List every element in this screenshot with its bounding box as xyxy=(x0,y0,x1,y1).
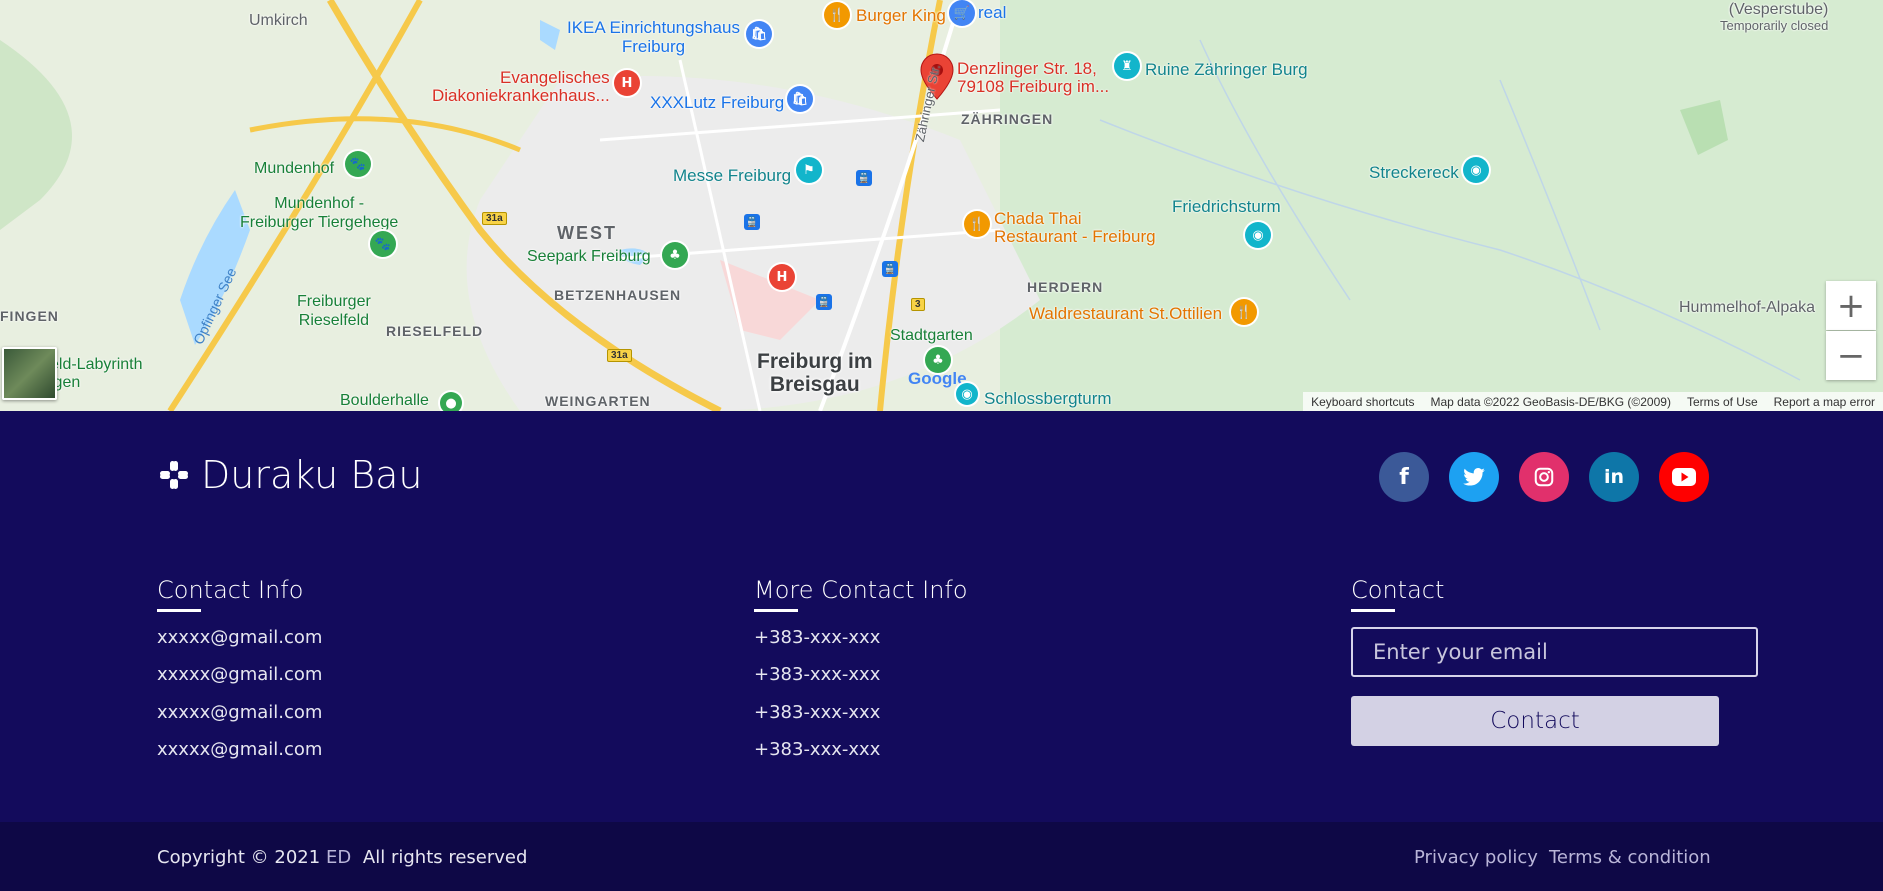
contact-heading: Contact xyxy=(1351,576,1445,604)
heading-underline xyxy=(1351,609,1395,612)
transit-station-icon[interactable]: 🚆 xyxy=(856,170,872,186)
contact-phone[interactable]: +383-xxx-xxx xyxy=(754,627,880,648)
map-label-messe[interactable]: Messe Freiburg xyxy=(673,166,791,186)
viewpoint-pin-icon[interactable]: ◉ xyxy=(1463,157,1489,183)
shopping-cart-pin-icon[interactable]: 🛒 xyxy=(949,0,975,26)
map-label-evangelisches[interactable]: Evangelisches Diakoniekrankenhaus... xyxy=(432,69,610,105)
brand-name: Duraku Bau xyxy=(201,453,423,497)
contact-info-heading: Contact Info xyxy=(157,576,304,604)
landmark-pin-icon[interactable]: ♜ xyxy=(1114,53,1140,79)
heading-underline xyxy=(754,609,798,612)
copyright-text: Copyright © 2021 ED All rights reserved xyxy=(157,847,527,868)
road-shield-31a: 31a xyxy=(482,212,507,225)
youtube-icon[interactable] xyxy=(1659,452,1709,502)
map-label-zaehringen: ZÄHRINGEN xyxy=(961,111,1054,127)
embedded-map[interactable]: Umkirch IKEA Einrichtungshaus Freiburg 🛍… xyxy=(0,0,1883,411)
privacy-policy-link[interactable]: Privacy policy xyxy=(1414,847,1538,868)
email-field[interactable] xyxy=(1351,627,1758,677)
tower-pin-icon[interactable]: ◉ xyxy=(1245,222,1271,248)
hospital-pin-icon-2[interactable]: H xyxy=(769,264,795,290)
map-label-waldrestaurant[interactable]: Waldrestaurant St.Ottilien xyxy=(1029,304,1222,324)
map-label-fingen: FINGEN xyxy=(0,308,59,324)
map-label-real[interactable]: real xyxy=(978,3,1006,23)
map-label-herdern: HERDERN xyxy=(1027,279,1104,295)
transit-station-icon-3[interactable]: 🚆 xyxy=(882,261,898,277)
terms-condition-link[interactable]: Terms & condition xyxy=(1549,847,1711,868)
map-label-boulderhalle[interactable]: Boulderhalle xyxy=(340,392,429,410)
zoom-out-button[interactable]: − xyxy=(1826,331,1876,380)
map-label-mundenhof[interactable]: Mundenhof xyxy=(254,160,334,178)
contact-email[interactable]: xxxxx@gmail.com xyxy=(157,627,322,648)
linkedin-icon[interactable]: in xyxy=(1589,452,1639,502)
map-label-rieselfeld-district: RIESELFELD xyxy=(386,323,484,339)
brand-logo[interactable]: Duraku Bau xyxy=(157,453,423,497)
hospital-pin-icon[interactable]: H xyxy=(614,70,640,96)
keyboard-shortcuts-link[interactable]: Keyboard shortcuts xyxy=(1303,395,1422,409)
map-attribution: Keyboard shortcuts Map data ©2022 GeoBas… xyxy=(1303,392,1883,411)
map-label-mundenhof-tiergehege[interactable]: Mundenhof - Freiburger Tiergehege xyxy=(240,194,398,232)
transit-station-icon-2[interactable]: 🚆 xyxy=(744,214,760,230)
contact-phone[interactable]: +383-xxx-xxx xyxy=(754,739,880,760)
rights-label: All rights reserved xyxy=(362,847,528,868)
instagram-icon[interactable] xyxy=(1519,452,1569,502)
zoom-in-button[interactable]: + xyxy=(1826,281,1876,330)
copyright-label: Copyright © 2021 xyxy=(157,847,321,868)
contact-phone[interactable]: +383-xxx-xxx xyxy=(754,664,880,685)
map-label-freiburg: Freiburg im Breisgau xyxy=(757,350,873,396)
contact-email[interactable]: xxxxx@gmail.com xyxy=(157,702,322,723)
map-label-west: WEST xyxy=(557,223,617,243)
map-label-ruine[interactable]: Ruine Zähringer Burg xyxy=(1145,60,1308,80)
map-label-friedrichsturm[interactable]: Friedrichsturm xyxy=(1172,197,1281,217)
transit-station-icon-4[interactable]: 🚆 xyxy=(816,294,832,310)
restaurant-pin-icon-2[interactable]: 🍴 xyxy=(964,211,990,237)
copyright-bar: Copyright © 2021 ED All rights reserved … xyxy=(0,822,1883,891)
company-link[interactable]: ED xyxy=(326,847,351,868)
more-contact-info-heading: More Contact Info xyxy=(754,576,968,604)
restaurant-pin-icon[interactable]: 🍴 xyxy=(824,2,850,28)
map-label-ikea[interactable]: IKEA Einrichtungshaus Freiburg xyxy=(567,18,740,56)
slack-logo-icon xyxy=(160,461,188,489)
site-footer: Duraku Bau f in Contact Info xxxxx@gmail… xyxy=(0,411,1883,822)
contact-button[interactable]: Contact xyxy=(1351,696,1719,746)
camera-pin-icon[interactable]: ◉ xyxy=(956,383,978,405)
map-label-weingarten: WEINGARTEN xyxy=(545,393,651,409)
boulder-pin-icon[interactable]: ● xyxy=(440,392,462,411)
restaurant-pin-icon-3[interactable]: 🍴 xyxy=(1231,299,1257,325)
road-shield-3: 3 xyxy=(911,298,925,311)
terms-of-use-link[interactable]: Terms of Use xyxy=(1679,395,1766,409)
map-label-xxxlutz[interactable]: XXXLutz Freiburg xyxy=(650,93,784,113)
map-label-betzenhausen: BETZENHAUSEN xyxy=(554,287,682,303)
map-label-hummelhof[interactable]: Hummelhof-Alpaka xyxy=(1679,299,1815,317)
twitter-icon[interactable] xyxy=(1449,452,1499,502)
facebook-icon[interactable]: f xyxy=(1379,452,1429,502)
park-pin-icon[interactable]: ♣ xyxy=(662,242,688,268)
zoo-pin-icon[interactable]: 🐾 xyxy=(345,151,371,177)
exhibition-pin-icon[interactable]: ⚑ xyxy=(796,157,822,183)
map-label-streckereck[interactable]: Streckereck xyxy=(1369,163,1459,183)
shopping-pin-icon[interactable]: 🛍 xyxy=(746,21,772,47)
road-shield-31a-2: 31a xyxy=(607,349,632,362)
map-label-labyrinth[interactable]: eld-Labyrinth igen xyxy=(50,356,143,392)
contact-email[interactable]: xxxxx@gmail.com xyxy=(157,739,322,760)
contact-email[interactable]: xxxxx@gmail.com xyxy=(157,664,322,685)
map-label-burger-king[interactable]: Burger King xyxy=(856,6,946,26)
contact-phone[interactable]: +383-xxx-xxx xyxy=(754,702,880,723)
map-label-schlossbergturm[interactable]: Schlossbergturm xyxy=(984,389,1112,409)
map-label-chada-thai[interactable]: Chada Thai Restaurant - Freiburg xyxy=(994,210,1156,246)
map-label-umkirch: Umkirch xyxy=(249,12,308,29)
satellite-toggle[interactable] xyxy=(2,347,57,400)
map-label-rieselfeld[interactable]: Freiburger Rieselfeld xyxy=(297,292,371,330)
map-label-vesperstube[interactable]: (Vesperstube) Temporarily closed xyxy=(1720,2,1828,34)
map-label-seepark[interactable]: Seepark Freiburg xyxy=(527,248,651,266)
shopping-bag-pin-icon[interactable]: 🛍 xyxy=(787,86,813,112)
heading-underline xyxy=(157,609,201,612)
map-label-marker-address[interactable]: Denzlinger Str. 18, 79108 Freiburg im... xyxy=(957,60,1109,96)
zoo-pin-icon-2[interactable]: 🐾 xyxy=(370,231,396,257)
map-data-text: Map data ©2022 GeoBasis-DE/BKG (©2009) xyxy=(1430,394,1671,409)
map-label-stadtgarten[interactable]: Stadtgarten xyxy=(890,327,973,345)
report-map-error-link[interactable]: Report a map error xyxy=(1766,395,1883,409)
